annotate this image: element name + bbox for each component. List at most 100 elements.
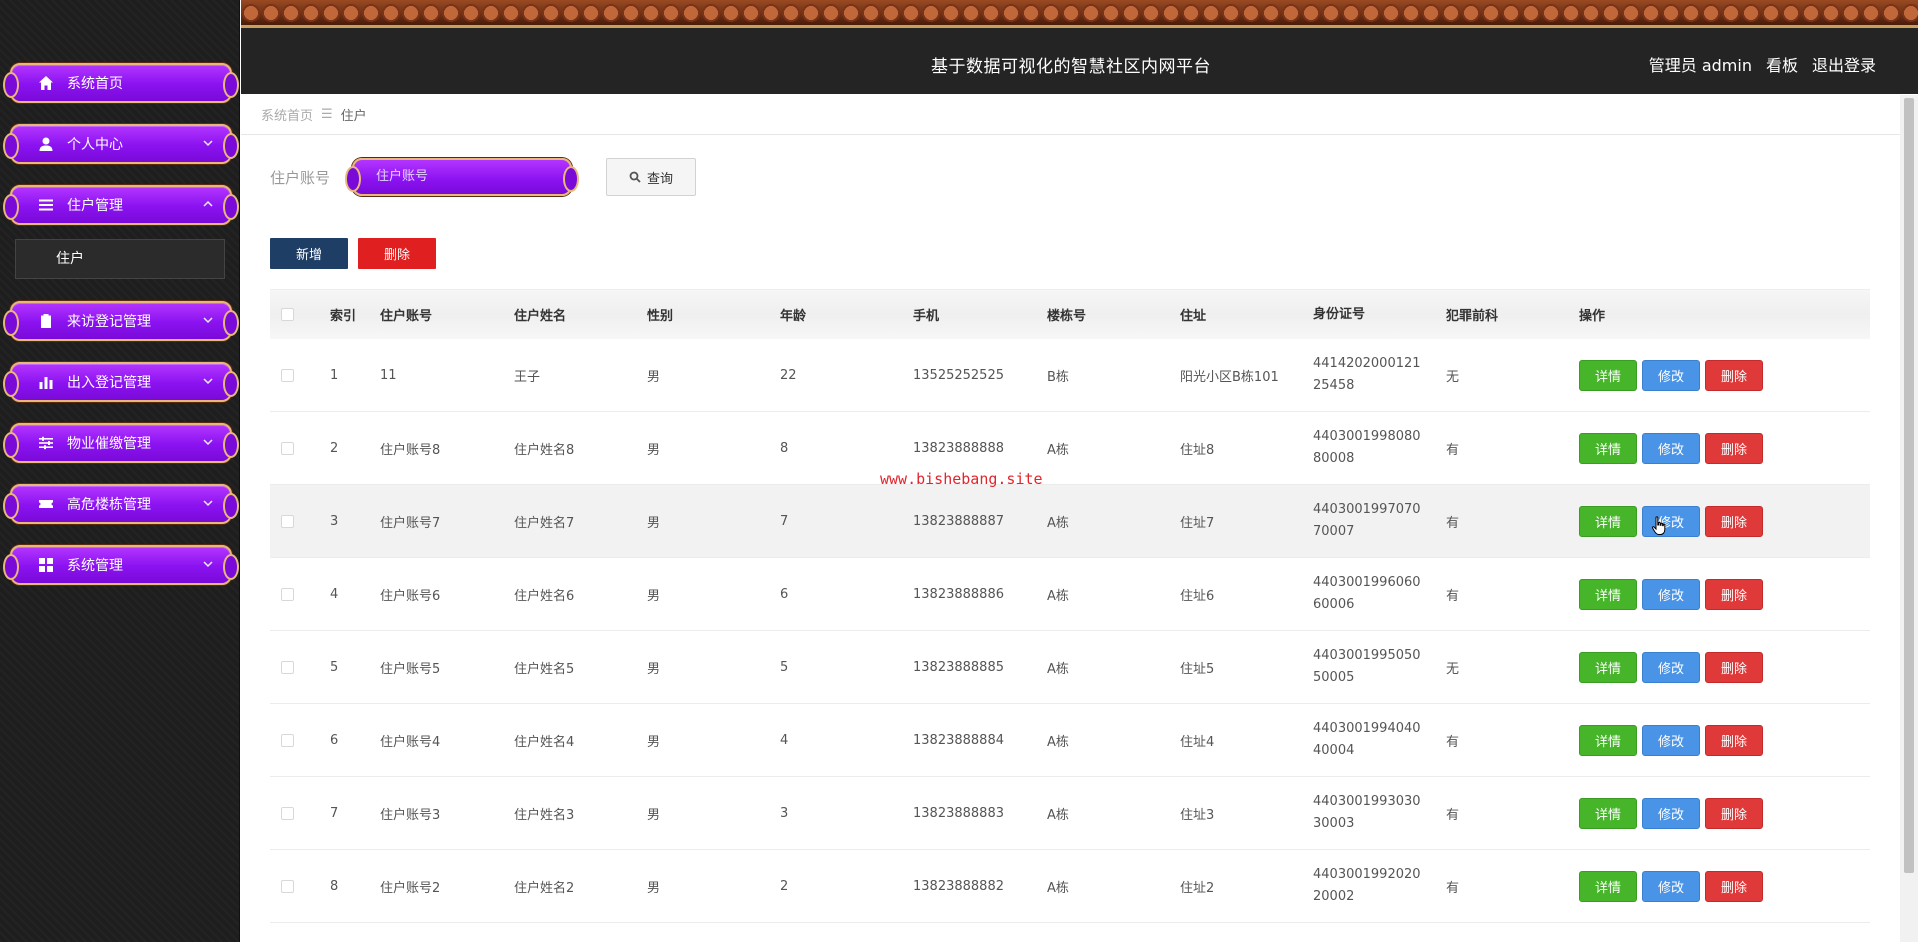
cell-phone: 13823888885: [913, 659, 1004, 675]
search-input[interactable]: 住户账号: [345, 158, 579, 196]
sidebar-item-system-management[interactable]: 系统管理: [3, 545, 239, 585]
sidebar-item-label: 住户管理: [67, 198, 123, 214]
remove-button[interactable]: 删除: [1705, 432, 1763, 464]
home-icon: [37, 74, 55, 92]
sidebar-subitem-resident[interactable]: 住户: [15, 239, 225, 279]
table-row: 3 住户账号7 住户姓名7 男 7 13823888887 A栋 住址7 440…: [270, 485, 1870, 558]
table-row: 8 住户账号2 住户姓名2 男 2 13823888882 A栋 住址2 440…: [270, 850, 1870, 923]
sidebar-item-home[interactable]: 系统首页: [3, 63, 239, 103]
row-checkbox[interactable]: [281, 441, 294, 455]
cell-phone: 13525252525: [913, 367, 1004, 383]
table-row: 1 11 王子 男 22 13525252525 B栋 阳光小区B栋101 44…: [270, 339, 1870, 412]
list-icon: [37, 196, 55, 214]
clipboard-icon: [37, 312, 55, 330]
detail-button[interactable]: 详情: [1579, 651, 1637, 683]
cell-gender: 男: [647, 807, 661, 823]
remove-button[interactable]: 删除: [1705, 870, 1763, 902]
batch-delete-button[interactable]: 删除: [358, 238, 436, 269]
cell-criminal-record: 有: [1446, 880, 1460, 896]
cell-building: A栋: [1047, 734, 1069, 750]
remove-button[interactable]: 删除: [1705, 797, 1763, 829]
column-header: 年龄: [780, 309, 807, 324]
remove-button[interactable]: 删除: [1705, 359, 1763, 391]
cell-address: 住址3: [1180, 807, 1215, 823]
id-number-line1: 4403001992020: [1313, 867, 1421, 882]
detail-button[interactable]: 详情: [1579, 724, 1637, 756]
logout-link[interactable]: 退出登录: [1812, 52, 1876, 76]
remove-button[interactable]: 删除: [1705, 505, 1763, 537]
sidebar-item-label: 高危楼栋管理: [67, 497, 151, 513]
scrollbar-thumb[interactable]: [1904, 98, 1914, 873]
cell-gender: 男: [647, 661, 661, 677]
remove-button[interactable]: 删除: [1705, 578, 1763, 610]
row-checkbox[interactable]: [281, 733, 294, 747]
detail-button[interactable]: 详情: [1579, 359, 1637, 391]
column-header: 住户账号: [380, 309, 433, 324]
cell-phone: 13823888882: [913, 878, 1004, 894]
table-row: 2 住户账号8 住户姓名8 男 8 13823888888 A栋 住址8 440…: [270, 412, 1870, 485]
edit-button[interactable]: 修改: [1642, 651, 1700, 683]
add-button[interactable]: 新增: [270, 238, 348, 269]
cell-gender: 男: [647, 369, 661, 385]
search-button-label: 查询: [646, 171, 673, 187]
remove-button[interactable]: 删除: [1705, 724, 1763, 756]
sidebar-item-access-management[interactable]: 出入登记管理: [3, 362, 239, 402]
detail-button[interactable]: 详情: [1579, 578, 1637, 610]
row-checkbox[interactable]: [281, 514, 294, 528]
detail-button[interactable]: 详情: [1579, 797, 1637, 829]
table-header: 索引 住户账号 住户姓名 性别 年龄 手机 楼栋号 住址 身份证号 犯罪前科 操…: [270, 289, 1870, 339]
cell-phone: 13823888888: [913, 440, 1004, 456]
id-number-line1: 4403001998080: [1313, 429, 1421, 444]
breadcrumb-home[interactable]: 系统首页: [261, 105, 313, 124]
edit-button[interactable]: 修改: [1642, 797, 1700, 829]
edit-button[interactable]: 修改: [1642, 724, 1700, 756]
detail-button[interactable]: 详情: [1579, 432, 1637, 464]
cell-account: 住户账号4: [380, 734, 441, 750]
cell-id-number: 4414202000121 25458: [1313, 353, 1446, 397]
detail-button[interactable]: 详情: [1579, 870, 1637, 902]
search-label: 住户账号: [270, 169, 331, 187]
id-number-line1: 4414202000121: [1313, 356, 1421, 371]
search-button[interactable]: 查询: [606, 158, 696, 196]
edit-button[interactable]: 修改: [1642, 578, 1700, 610]
column-header: 操作: [1579, 309, 1606, 324]
row-checkbox[interactable]: [281, 879, 294, 893]
edit-button[interactable]: 修改: [1642, 359, 1700, 391]
dashboard-link[interactable]: 看板: [1766, 52, 1798, 76]
sidebar-item-personal-center[interactable]: 个人中心: [3, 124, 239, 164]
sidebar-item-resident-management[interactable]: 住户管理: [3, 185, 239, 225]
sidebar-item-visitor-management[interactable]: 来访登记管理: [3, 301, 239, 341]
id-number-line2: 40004: [1313, 743, 1355, 758]
header-ornament-border: [241, 0, 1918, 28]
cell-criminal-record: 无: [1446, 369, 1460, 385]
row-checkbox[interactable]: [281, 587, 294, 601]
admin-user-label: 管理员 admin: [1648, 56, 1752, 75]
cell-name: 住户姓名4: [514, 734, 575, 750]
cell-address: 住址2: [1180, 880, 1215, 896]
column-header: 犯罪前科: [1446, 309, 1499, 324]
cell-account: 住户账号2: [380, 880, 441, 896]
detail-button[interactable]: 详情: [1579, 505, 1637, 537]
cell-building: A栋: [1047, 588, 1069, 604]
edit-button[interactable]: 修改: [1642, 432, 1700, 464]
cell-name: 住户姓名7: [514, 515, 575, 531]
cell-address: 住址6: [1180, 588, 1215, 604]
id-number-line2: 70007: [1313, 524, 1355, 539]
cell-name: 王子: [514, 369, 541, 385]
column-header: 性别: [647, 309, 674, 324]
row-checkbox[interactable]: [281, 660, 294, 674]
select-all-checkbox[interactable]: [281, 308, 294, 321]
cell-name: 住户姓名2: [514, 880, 575, 896]
cell-index: 8: [330, 878, 339, 894]
table-row: 4 住户账号6 住户姓名6 男 6 13823888886 A栋 住址6 440…: [270, 558, 1870, 631]
user-icon: [37, 135, 55, 153]
sidebar-item-property-fee-management[interactable]: 物业催缴管理: [3, 423, 239, 463]
sidebar-item-high-risk-building-management[interactable]: 高危楼栋管理: [3, 484, 239, 524]
edit-button[interactable]: 修改: [1642, 870, 1700, 902]
sliders-icon: [37, 434, 55, 452]
breadcrumb: 系统首页 ☰ 住户: [241, 95, 1900, 135]
row-checkbox[interactable]: [281, 368, 294, 382]
row-checkbox[interactable]: [281, 806, 294, 820]
remove-button[interactable]: 删除: [1705, 651, 1763, 683]
cell-age: 2: [780, 878, 789, 894]
